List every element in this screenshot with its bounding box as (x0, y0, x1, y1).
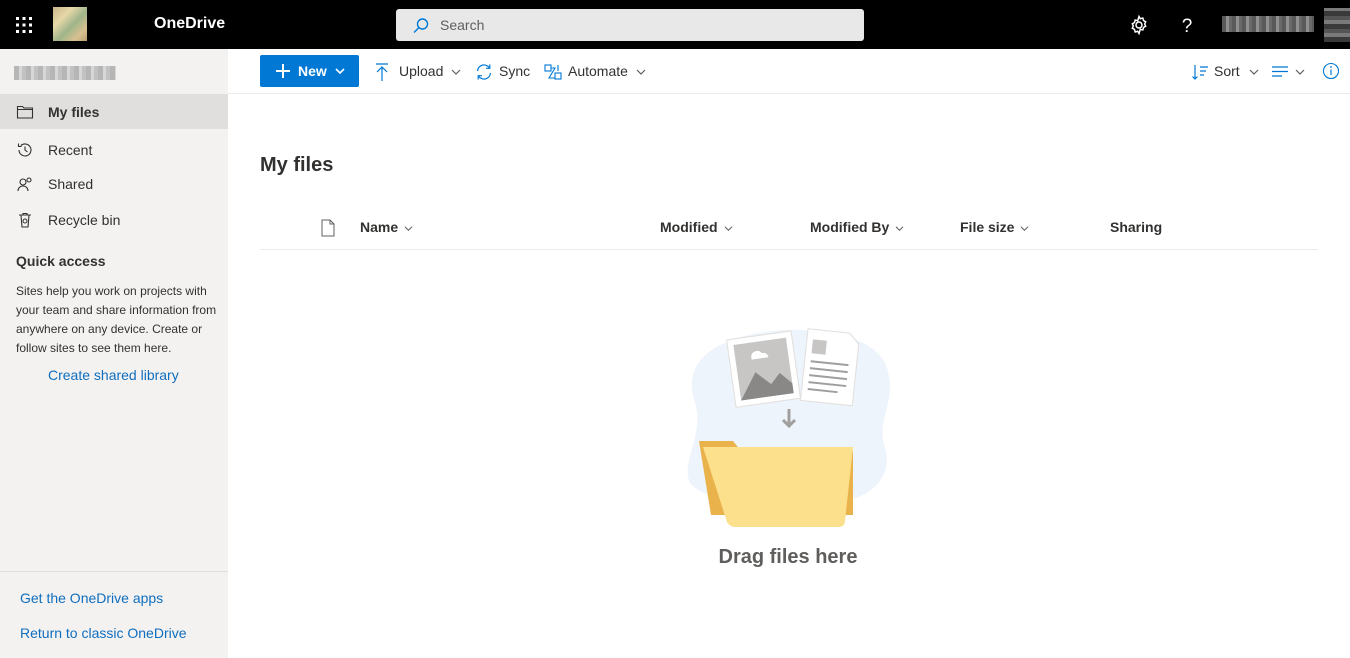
column-header-modified[interactable]: Modified (660, 219, 733, 235)
nav-divider (0, 571, 228, 572)
chevron-down-icon (451, 69, 461, 75)
return-to-classic-link[interactable]: Return to classic OneDrive (20, 625, 187, 641)
empty-folder-illustration (687, 328, 890, 527)
chevron-down-icon (636, 69, 646, 75)
chevron-down-icon (895, 226, 904, 231)
people-icon (17, 177, 32, 192)
info-icon (1322, 62, 1340, 80)
search-box[interactable]: Search (396, 9, 864, 41)
nav-item-label: Recycle bin (48, 212, 121, 228)
left-navigation: My files Recent Shared Recycle bin Quick… (0, 49, 228, 658)
sort-label: Sort (1214, 63, 1240, 79)
sync-icon (476, 64, 492, 80)
chevron-down-icon (724, 226, 732, 231)
file-list-header: Name Modified Modified By File size Shar… (260, 210, 1318, 250)
folder-icon (16, 105, 34, 119)
file-type-icon[interactable] (320, 219, 336, 237)
upload-icon (376, 63, 388, 81)
top-bar: OneDrive Search ? (0, 0, 1350, 49)
view-options-button[interactable] (1271, 62, 1307, 82)
quick-access-description: Sites help you work on projects with you… (16, 284, 217, 355)
nav-item-my-files[interactable]: My files (0, 94, 228, 129)
new-button[interactable]: New (260, 55, 359, 87)
automate-label: Automate (568, 63, 628, 79)
organization-logo[interactable] (53, 7, 87, 41)
recycle-bin-icon (19, 212, 31, 228)
nav-item-label: My files (48, 104, 100, 120)
history-icon (17, 143, 32, 157)
column-header-name[interactable]: Name (360, 219, 413, 235)
column-header-sharing[interactable]: Sharing (1110, 219, 1162, 235)
list-view-icon (1272, 66, 1288, 77)
sort-button[interactable]: Sort (1191, 62, 1259, 82)
chevron-down-icon (1249, 69, 1259, 75)
quick-access-heading: Quick access (16, 253, 106, 269)
new-button-label: New (298, 63, 327, 79)
sync-label: Sync (499, 63, 531, 79)
upload-button[interactable]: Upload (374, 62, 464, 82)
nav-item-label: Shared (48, 176, 94, 192)
chevron-down-icon (1295, 69, 1305, 75)
nav-item-shared[interactable]: Shared (0, 166, 228, 201)
create-shared-library-link[interactable]: Create shared library (48, 367, 179, 383)
chevron-down-icon (335, 68, 345, 75)
column-header-file-size[interactable]: File size (960, 219, 1029, 235)
automate-button[interactable]: Automate (543, 62, 649, 82)
nav-item-recycle-bin[interactable]: Recycle bin (0, 202, 228, 237)
sync-button[interactable]: Sync (474, 62, 532, 82)
nav-item-label: Recent (48, 142, 93, 158)
command-bar: New Upload Sync Automate Sort (228, 49, 1350, 94)
user-name-blurred[interactable] (1222, 16, 1314, 32)
account-name-blurred (14, 66, 116, 80)
page-title: My files (260, 154, 334, 176)
chevron-down-icon (404, 226, 413, 231)
automate-flow-icon (544, 64, 562, 80)
app-name[interactable]: OneDrive (154, 15, 225, 33)
avatar[interactable] (1324, 8, 1350, 42)
info-pane-button[interactable] (1322, 62, 1342, 82)
nav-item-recent[interactable]: Recent (0, 132, 228, 167)
help-icon[interactable]: ? (1175, 13, 1199, 37)
chevron-down-icon (1021, 226, 1029, 231)
get-apps-link[interactable]: Get the OneDrive apps (20, 590, 163, 606)
sort-icon (1192, 65, 1208, 80)
svg-text:?: ? (1182, 16, 1193, 37)
empty-state-message: Drag files here (718, 546, 858, 568)
upload-label: Upload (399, 63, 444, 79)
search-icon (413, 18, 429, 33)
app-launcher-icon[interactable] (12, 13, 36, 37)
column-header-modified-by[interactable]: Modified By (810, 219, 904, 235)
plus-icon (276, 64, 290, 78)
search-placeholder: Search (440, 17, 485, 33)
settings-gear-icon[interactable] (1127, 13, 1151, 37)
